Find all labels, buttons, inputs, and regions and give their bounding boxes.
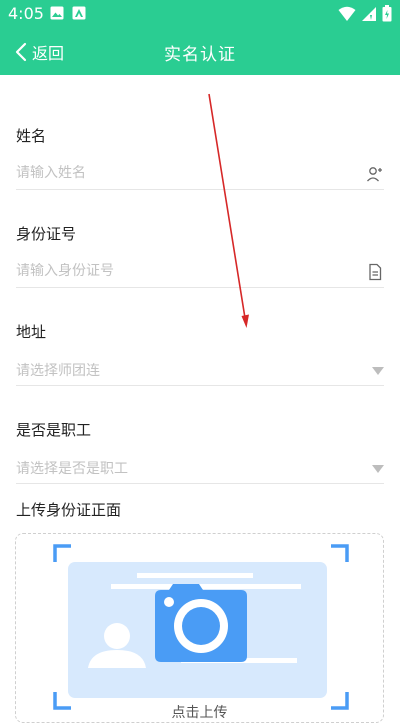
id-number-label: 身份证号	[16, 225, 77, 243]
employee-select-value: 请选择是否是职工	[16, 461, 128, 477]
address-field: 地址 请选择师团连	[16, 287, 384, 386]
id-number-field: 身份证号	[16, 189, 384, 288]
status-icons-left	[50, 6, 86, 20]
id-card-camera-icon	[53, 544, 349, 710]
address-label: 地址	[16, 323, 47, 341]
id-front-upload-area[interactable]: 点击上传	[15, 533, 384, 723]
employee-label: 是否是职工	[16, 421, 92, 439]
signal-icon	[362, 6, 376, 21]
upload-front-label: 上传身份证正面	[16, 501, 122, 519]
status-bar: 4:05	[0, 0, 400, 28]
employee-select[interactable]: 请选择是否是职工	[16, 458, 384, 480]
document-icon[interactable]	[366, 263, 384, 281]
upload-hint: 点击上传	[171, 705, 228, 721]
address-select[interactable]: 请选择师团连	[16, 360, 384, 382]
dropdown-icon	[372, 367, 384, 375]
app-bar: 返回 实名认证	[0, 28, 400, 75]
add-contact-icon[interactable]	[366, 165, 384, 183]
battery-icon	[382, 5, 392, 22]
status-icons-right	[338, 5, 392, 22]
employee-field: 是否是职工 请选择是否是职工	[16, 385, 384, 484]
photo-icon	[72, 6, 86, 20]
name-field: 姓名	[16, 91, 384, 190]
status-time: 4:05	[8, 4, 44, 23]
name-input[interactable]	[16, 165, 346, 181]
id-number-input[interactable]	[16, 263, 346, 279]
name-label: 姓名	[16, 127, 47, 145]
wifi-icon	[338, 6, 356, 21]
image-icon	[50, 6, 64, 20]
dropdown-icon	[372, 465, 384, 473]
page-title: 实名认证	[164, 45, 236, 65]
address-select-value: 请选择师团连	[16, 363, 100, 379]
